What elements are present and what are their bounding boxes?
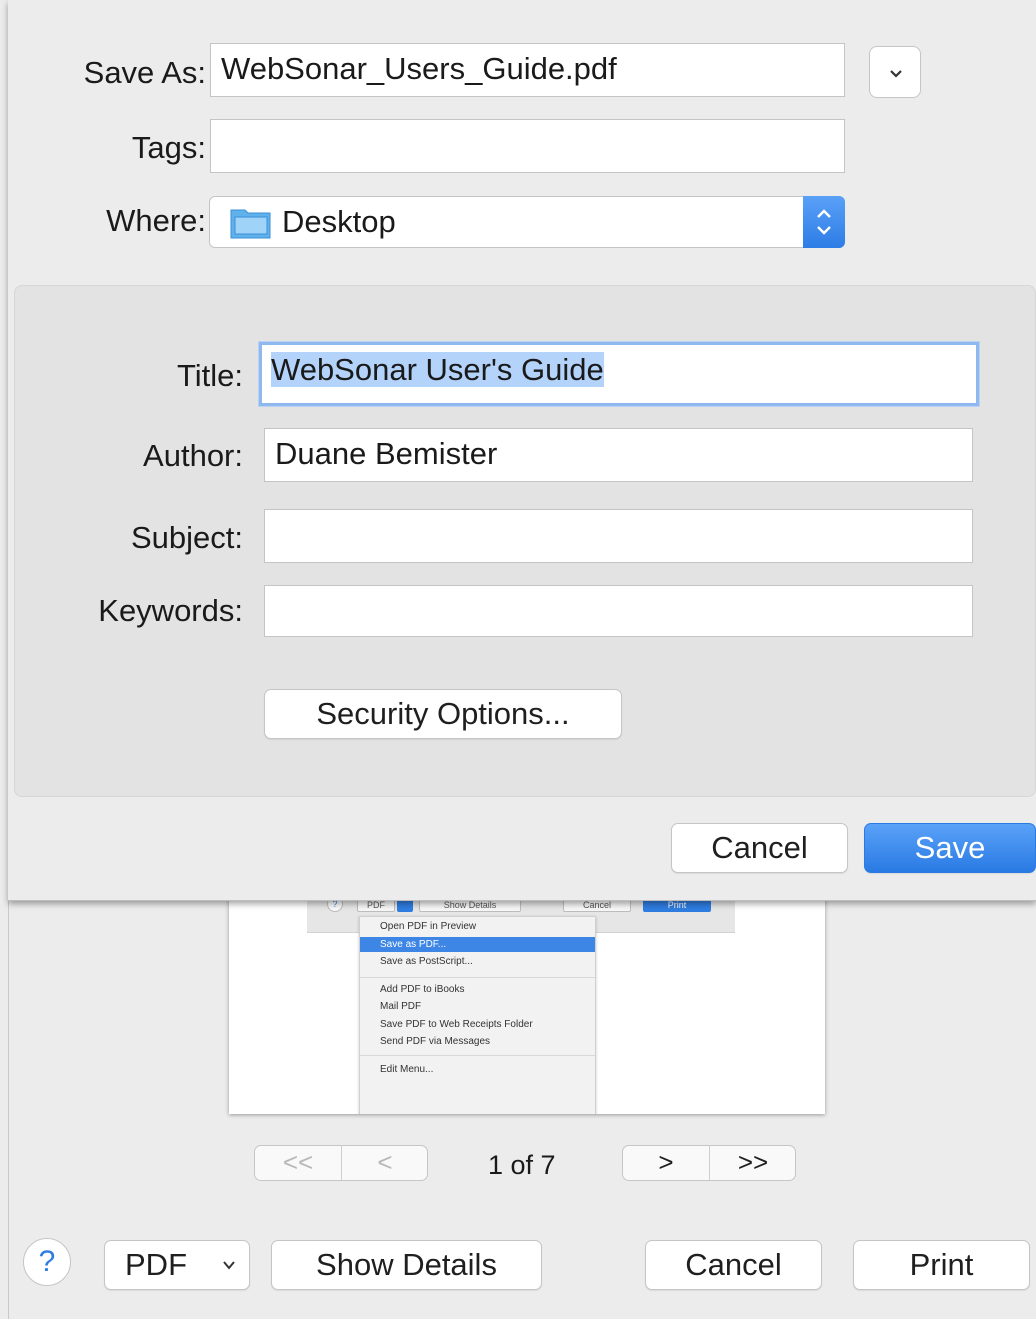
preview-menu-item: Send PDF via Messages [380, 1036, 491, 1047]
preview-menu-item: Save as PostScript... [380, 956, 473, 967]
print-button[interactable]: Print [853, 1240, 1030, 1290]
help-button[interactable]: ? [23, 1238, 71, 1286]
pager-forward-group: > >> [622, 1145, 796, 1181]
title-input[interactable]: WebSonar User's Guide [259, 342, 979, 406]
save-as-input[interactable]: WebSonar_Users_Guide.pdf [210, 43, 845, 97]
preview-menu-item: Mail PDF [380, 1001, 422, 1012]
where-value: Desktop [282, 204, 396, 239]
preview-menu-separator [360, 977, 595, 978]
where-label: Where: [106, 203, 206, 238]
page-count: 1 of 7 [488, 1150, 556, 1180]
title-label: Title: [176, 358, 243, 393]
print-preview-page: ? PDF Show Details Cancel Print Open PDF… [229, 880, 825, 1114]
preview-menu-item: Save PDF to Web Receipts Folder [380, 1019, 533, 1030]
help-icon: ? [38, 1245, 56, 1278]
preview-menu-item-selected: Save as PDF... [360, 937, 595, 952]
preview-menu-item: Edit Menu... [380, 1064, 434, 1075]
preview-mini-menu: Open PDF in Preview Save as PDF... Save … [359, 916, 596, 1114]
next-page-button[interactable]: > [623, 1146, 709, 1180]
preview-menu-item: Add PDF to iBooks [380, 984, 465, 995]
cancel-button[interactable]: Cancel [671, 823, 848, 873]
preview-menu-item: Open PDF in Preview [380, 921, 477, 932]
first-page-button[interactable]: << [255, 1146, 341, 1180]
pdf-menu-button[interactable]: PDF [104, 1240, 250, 1290]
where-popup-button[interactable]: Desktop [209, 196, 845, 248]
where-stepper[interactable] [803, 196, 845, 248]
tags-input[interactable] [210, 119, 845, 173]
pdf-details-panel: Title: WebSonar User's Guide Author: Dua… [14, 285, 1036, 797]
preview-menu-separator [360, 1055, 595, 1056]
previous-page-button[interactable]: < [342, 1146, 427, 1180]
pdf-menu-label: PDF [125, 1247, 187, 1282]
title-input-selected-text: WebSonar User's Guide [271, 352, 604, 387]
tags-label: Tags: [131, 130, 206, 165]
subject-label: Subject: [130, 520, 243, 555]
up-down-arrows-icon [817, 209, 831, 235]
folder-icon [230, 209, 271, 239]
expand-dialog-button[interactable] [869, 46, 921, 98]
pager-back-group: << < [254, 1145, 428, 1181]
keywords-label: Keywords: [98, 593, 243, 628]
save-as-label: Save As: [83, 55, 206, 90]
author-input[interactable]: Duane Bemister [264, 428, 973, 482]
stage: ? PDF Show Details Cancel Print Open PDF… [0, 0, 1036, 1319]
keywords-input[interactable] [264, 585, 973, 637]
chevron-down-icon [223, 1261, 235, 1270]
last-page-button[interactable]: >> [710, 1146, 795, 1180]
show-details-button[interactable]: Show Details [271, 1240, 542, 1290]
print-cancel-button[interactable]: Cancel [645, 1240, 822, 1290]
subject-input[interactable] [264, 509, 973, 563]
save-as-sheet: Save As: WebSonar_Users_Guide.pdf Tags: … [8, 0, 1036, 901]
author-label: Author: [143, 438, 243, 473]
save-button[interactable]: Save [864, 823, 1036, 873]
security-options-button[interactable]: Security Options... [264, 689, 622, 739]
chevron-down-icon [890, 70, 902, 78]
